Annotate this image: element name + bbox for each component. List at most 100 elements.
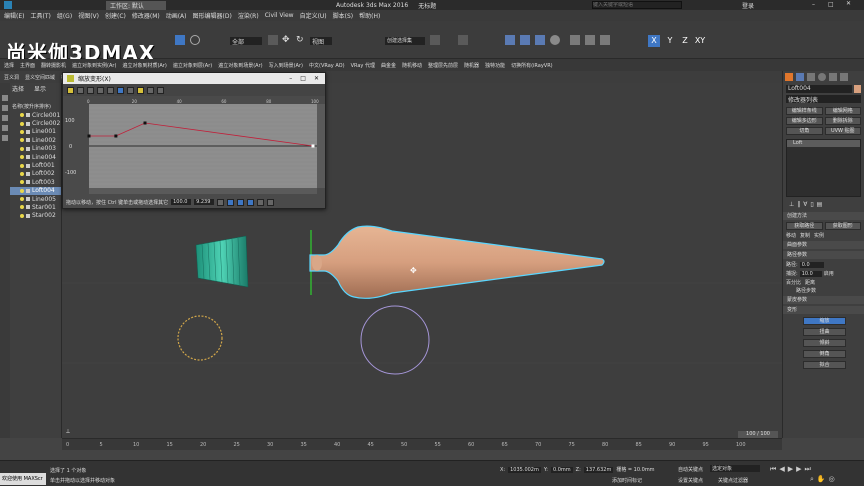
zoom-nav-icon[interactable]: ⌕ [810, 475, 814, 484]
secondary-toolbar-item[interactable]: 翻转摄影机 [41, 62, 66, 69]
secondary-toolbar-item[interactable]: 随机移动 [402, 62, 422, 69]
maximize-button[interactable]: □ [828, 1, 834, 8]
scene-item[interactable]: Star002 [10, 212, 61, 220]
visibility-bulb-icon[interactable] [20, 180, 24, 185]
x-coord-field[interactable]: 1035.002m [508, 466, 541, 473]
percent-radio[interactable]: 百分比 [786, 279, 801, 286]
secondary-toolbar-item[interactable]: 切换所有(iRayVR) [511, 62, 553, 69]
distance-radio[interactable]: 距离 [805, 279, 815, 286]
deform-button[interactable]: 倒角 [803, 350, 846, 358]
visibility-bulb-icon[interactable] [20, 155, 24, 160]
menu-item[interactable]: 组(G) [57, 11, 72, 20]
modifier-set-button[interactable]: 编辑样条线 [786, 107, 823, 115]
surface-params-rollout[interactable]: 曲面参数 [783, 241, 864, 249]
menu-item[interactable]: Civil View [265, 12, 294, 19]
axis-xy-button[interactable]: XY [694, 35, 706, 47]
secondary-toolbar-item[interactable]: 写入到场景(Ar) [269, 62, 303, 69]
render-frame-icon[interactable] [585, 35, 595, 45]
secondary-toolbar-item[interactable]: 主界面 [20, 62, 35, 69]
modifier-stack[interactable]: Loft [786, 139, 861, 197]
menu-item[interactable]: 编辑(E) [4, 11, 24, 20]
swap-curves-icon[interactable] [107, 86, 114, 94]
menu-item[interactable]: 修改器(M) [132, 11, 160, 20]
axis-x-button[interactable]: X [648, 35, 660, 47]
path-steps-radio[interactable]: 路径步数 [786, 287, 861, 294]
schematic-view-icon[interactable] [535, 35, 545, 45]
show-end-result-icon[interactable]: ‖ [797, 201, 800, 208]
app-logo[interactable] [4, 1, 12, 9]
move-control-point-icon[interactable] [117, 86, 124, 94]
axis-y-button[interactable]: Y [664, 35, 676, 47]
secondary-toolbar-item[interactable]: 曲金金 [381, 62, 396, 69]
filter-light-icon[interactable] [2, 125, 8, 131]
next-frame-icon[interactable]: ▶ [796, 465, 801, 474]
filter-shape-icon[interactable] [2, 115, 8, 121]
visibility-bulb-icon[interactable] [20, 197, 24, 202]
remove-modifier-icon[interactable]: ▯ [810, 201, 813, 208]
z-coord-field[interactable]: 137.632m [583, 466, 614, 473]
point-x-field[interactable]: 100.0 [171, 199, 192, 205]
display-x-icon[interactable] [77, 86, 84, 94]
create-tab-icon[interactable] [785, 73, 793, 81]
scene-item[interactable]: Line005 [10, 195, 61, 203]
align-icon[interactable] [458, 35, 468, 45]
scene-item[interactable]: Line004 [10, 153, 61, 161]
scene-item[interactable]: Star001 [10, 203, 61, 211]
zoom-extents-icon[interactable] [227, 198, 235, 206]
menu-item[interactable]: 创建(C) [105, 11, 126, 20]
modifier-list-dropdown[interactable]: 修改器列表 [786, 95, 861, 104]
utilities-tab-icon[interactable] [840, 73, 848, 81]
layer-icon[interactable] [505, 35, 515, 45]
secondary-toolbar-item[interactable]: 遍立对象到实例(Ar) [72, 62, 116, 69]
reference-coord-dropdown[interactable]: 视图 [310, 37, 332, 46]
object-name-field[interactable]: Loft004 [786, 85, 852, 93]
menu-item[interactable]: 视图(V) [78, 11, 99, 20]
select-region-icon[interactable] [268, 35, 278, 45]
visibility-bulb-icon[interactable] [20, 213, 24, 218]
select-object-icon[interactable] [175, 35, 185, 45]
dialog-minimize-button[interactable]: – [289, 75, 292, 82]
auto-key-button[interactable]: 自动关键点 [678, 466, 703, 473]
pan-nav-icon[interactable]: ✋ [817, 475, 826, 484]
close-button[interactable]: ✕ [846, 0, 851, 7]
rotate-icon[interactable]: ↻ [296, 35, 304, 45]
material-editor-icon[interactable] [550, 35, 560, 45]
timeline[interactable]: 100 / 100 0 5 10 15 20 25 30 35 40 45 50 55 60 65 70 75… [62, 431, 782, 450]
modifier-set-button[interactable]: 编辑网格 [824, 107, 861, 115]
named-selection-input[interactable]: 创建选择集 [385, 37, 425, 45]
enable-checkbox[interactable]: 启用 [824, 270, 834, 277]
hierarchy-tab-icon[interactable] [807, 73, 815, 81]
modifier-set-button[interactable]: UVW 贴图 [824, 127, 861, 135]
move-radio[interactable]: 移动 [786, 232, 796, 239]
pan-icon[interactable] [217, 198, 225, 206]
filter-geometry-icon[interactable] [2, 105, 8, 111]
visibility-bulb-icon[interactable] [20, 146, 24, 151]
time-slider[interactable]: 100 / 100 [738, 431, 778, 438]
menu-item[interactable]: 自定义(U) [300, 11, 327, 20]
path-params-rollout[interactable]: 路径参数 [783, 251, 864, 259]
snap-value-field[interactable]: 10.0 [799, 270, 822, 277]
scene-item[interactable]: Line001 [10, 128, 61, 136]
get-path-button[interactable]: 获取路径 [786, 222, 823, 230]
modifier-set-button[interactable]: 切角 [786, 127, 823, 135]
secondary-toolbar-item[interactable]: 中文(VRay AO) [309, 62, 345, 69]
minimize-button[interactable]: – [812, 1, 815, 8]
modifier-set-button[interactable]: 编辑多边形 [786, 117, 823, 125]
path-value-field[interactable]: 0.0 [799, 261, 824, 268]
explorer-tab-display[interactable]: 显示 [34, 84, 46, 93]
scene-item[interactable]: Line002 [10, 136, 61, 144]
secondary-toolbar-item[interactable]: 随机器 [464, 62, 479, 69]
configure-sets-icon[interactable]: ▤ [817, 201, 823, 208]
go-to-end-icon[interactable]: ⏭ [804, 465, 810, 474]
delete-control-point-icon[interactable] [147, 86, 154, 94]
menu-item[interactable]: 帮助(H) [359, 11, 380, 20]
deform-button[interactable]: 缩放 [803, 317, 846, 325]
curve-editor-icon[interactable] [520, 35, 530, 45]
get-shape-button[interactable]: 获取图形 [824, 222, 861, 230]
play-icon[interactable]: ▶ [788, 465, 793, 474]
secondary-toolbar-item[interactable]: 遍立对象到场景(Ar) [218, 62, 262, 69]
key-filters-button[interactable]: 关键点过滤器 [718, 477, 748, 484]
go-to-start-icon[interactable]: ⏮ [770, 465, 776, 474]
zoom-icon[interactable] [257, 198, 265, 206]
dialog-close-button[interactable]: ✕ [314, 75, 319, 82]
